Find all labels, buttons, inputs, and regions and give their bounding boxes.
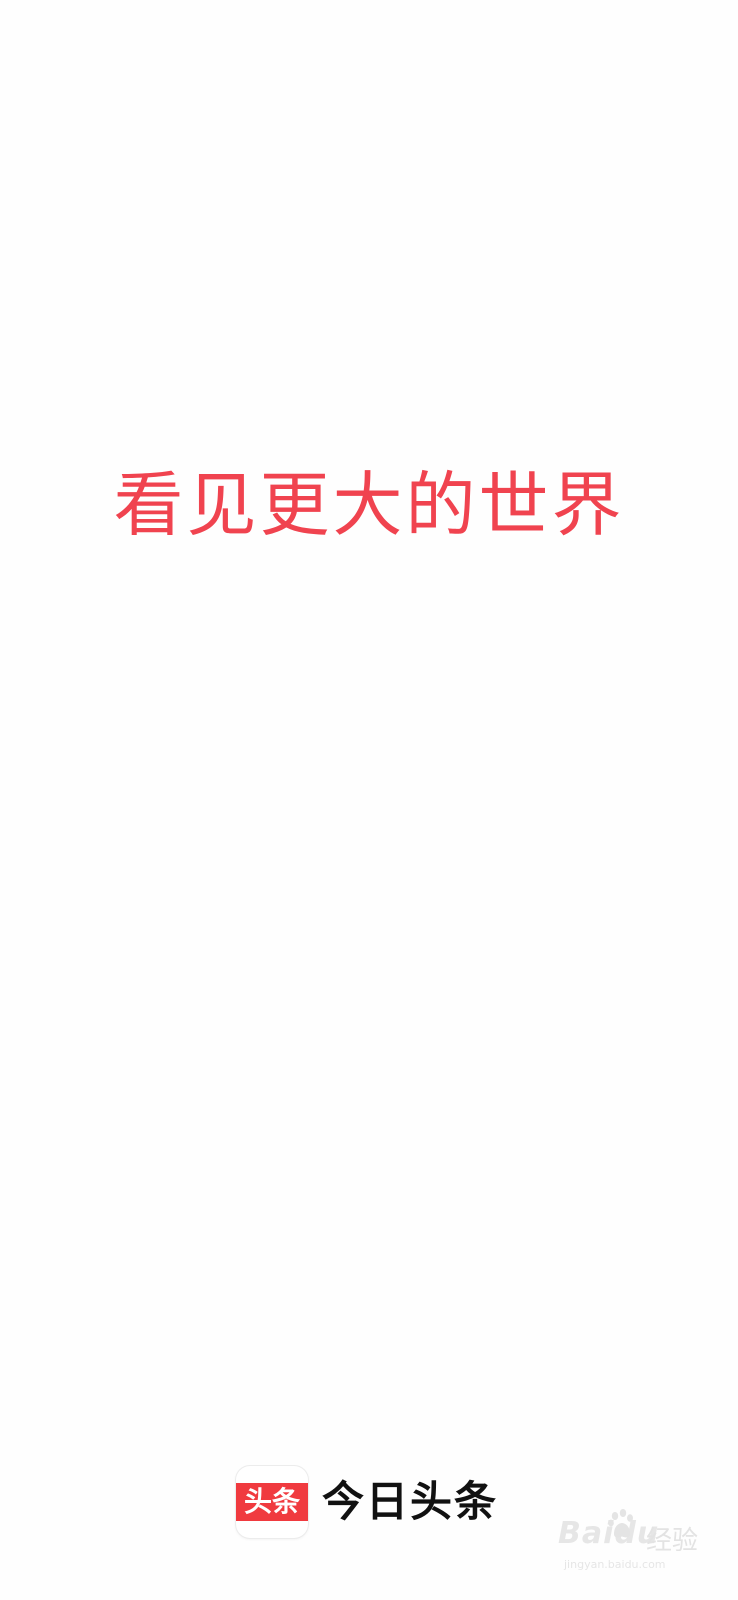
watermark-tag-text: 经验 xyxy=(646,1526,699,1556)
baidu-jingyan-watermark: Baidu 经验 jingyan.baidu.com xyxy=(558,1508,708,1578)
app-icon-label: 头条 xyxy=(243,1485,300,1518)
splash-screen: 看见更大的世界 头条 今日头条 Baidu 经验 jingyan.baidu.c… xyxy=(0,0,738,1600)
app-name: 今日头条 xyxy=(322,1477,499,1526)
toutiao-app-icon: 头条 xyxy=(236,1466,308,1538)
baidu-paw-icon xyxy=(608,1509,633,1538)
brand-footer: 头条 今日头条 xyxy=(236,1466,498,1538)
slogan-text: 看见更大的世界 xyxy=(113,464,625,546)
watermark-url-text: jingyan.baidu.com xyxy=(564,1558,666,1571)
app-icon-band: 头条 xyxy=(236,1483,308,1521)
